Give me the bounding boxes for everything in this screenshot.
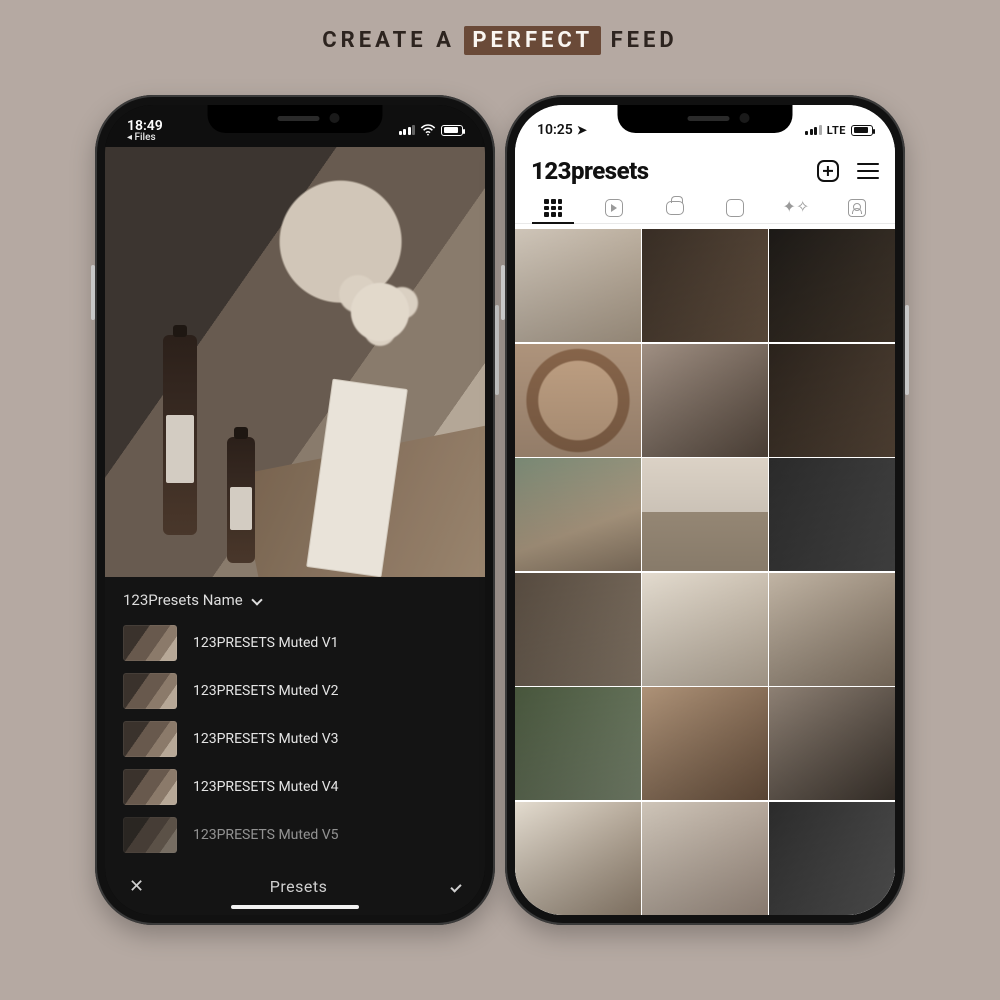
battery-icon <box>851 125 873 136</box>
menu-button[interactable] <box>857 163 879 179</box>
notch <box>208 105 383 133</box>
preset-label: 123PRESETS Muted V3 <box>193 731 339 747</box>
tab-effects[interactable]: ✦✧ <box>769 199 823 217</box>
preset-group-label: 123Presets Name <box>123 591 243 609</box>
preset-item[interactable]: 123PRESETS Muted V4 <box>105 765 485 809</box>
feed-cell[interactable] <box>642 229 768 342</box>
phone-right: 10:25 ➤ LTE 123presets <box>505 95 905 925</box>
igtv-icon <box>666 201 684 215</box>
feed-cell[interactable] <box>515 802 641 915</box>
preset-label: 123PRESETS Muted V2 <box>193 683 339 699</box>
tagged-icon <box>848 199 866 217</box>
preset-item[interactable]: 123PRESETS Muted V5 <box>105 813 485 857</box>
profile-tabs: ✦✧ <box>515 191 895 224</box>
chevron-down-icon <box>251 594 262 605</box>
preset-item[interactable]: 123PRESETS Muted V2 <box>105 669 485 713</box>
instagram-screen: 123presets ✦✧ <box>515 105 895 915</box>
confirm-button[interactable] <box>450 881 461 892</box>
feed-cell[interactable] <box>515 344 641 457</box>
headline-highlight: PERFECT <box>464 26 601 55</box>
cancel-button[interactable]: ✕ <box>129 876 144 897</box>
preset-thumb <box>123 769 177 805</box>
feed-cell[interactable] <box>769 458 895 571</box>
feed-cell[interactable] <box>642 458 768 571</box>
signal-icon <box>805 125 822 135</box>
preset-list: 123PRESETS Muted V1 123PRESETS Muted V2 … <box>105 619 485 861</box>
panel-title: Presets <box>270 877 328 896</box>
feed-cell[interactable] <box>642 573 768 686</box>
preset-thumb <box>123 817 177 853</box>
location-icon: ➤ <box>577 123 587 137</box>
preset-group-toggle[interactable]: 123Presets Name <box>105 577 485 619</box>
reels-icon <box>605 199 623 217</box>
home-indicator[interactable] <box>231 905 359 909</box>
lightroom-screen: 123Presets Name 123PRESETS Muted V1 123P… <box>105 105 485 915</box>
feed-cell[interactable] <box>769 802 895 915</box>
feed-cell[interactable] <box>769 573 895 686</box>
feed-cell[interactable] <box>642 344 768 457</box>
preset-item[interactable]: 123PRESETS Muted V3 <box>105 717 485 761</box>
network-label: LTE <box>827 124 846 137</box>
tab-reels[interactable] <box>587 199 641 217</box>
feed-cell[interactable] <box>515 687 641 800</box>
preset-label: 123PRESETS Muted V5 <box>193 827 339 843</box>
headline: CREATE A PERFECT FEED <box>0 26 1000 55</box>
profile-username[interactable]: 123presets <box>531 157 649 185</box>
preset-label: 123PRESETS Muted V4 <box>193 779 339 795</box>
battery-icon <box>441 125 463 136</box>
feed-cell[interactable] <box>515 573 641 686</box>
feed-cell[interactable] <box>515 458 641 571</box>
preset-thumb <box>123 721 177 757</box>
create-button[interactable] <box>817 160 839 182</box>
status-back-app[interactable]: ◂ Files <box>127 132 163 143</box>
feed-cell[interactable] <box>515 229 641 342</box>
sparkle-icon: ✦✧ <box>783 199 810 217</box>
feed-cell[interactable] <box>642 802 768 915</box>
feed-cell[interactable] <box>642 687 768 800</box>
feed-cell[interactable] <box>769 229 895 342</box>
preset-thumb <box>123 673 177 709</box>
preview-photo[interactable] <box>105 147 485 577</box>
feed-cell[interactable] <box>769 687 895 800</box>
preset-label: 123PRESETS Muted V1 <box>193 635 339 651</box>
tab-igtv[interactable] <box>648 199 702 217</box>
notch <box>618 105 793 133</box>
headline-pre: CREATE A <box>322 28 455 53</box>
grid-icon <box>544 199 562 217</box>
wifi-icon <box>420 124 436 136</box>
tab-tagged[interactable] <box>830 199 884 217</box>
phone-left: 18:49 ◂ Files <box>95 95 495 925</box>
tab-grid[interactable] <box>526 199 580 217</box>
preset-item[interactable]: 123PRESETS Muted V1 <box>105 621 485 665</box>
feed-cell[interactable] <box>769 344 895 457</box>
preset-thumb <box>123 625 177 661</box>
tab-shop[interactable] <box>708 199 762 217</box>
feed-grid <box>515 229 895 915</box>
status-time: 10:25 <box>537 122 573 138</box>
signal-icon <box>399 125 416 135</box>
headline-post: FEED <box>611 28 678 53</box>
shop-icon <box>726 199 744 217</box>
